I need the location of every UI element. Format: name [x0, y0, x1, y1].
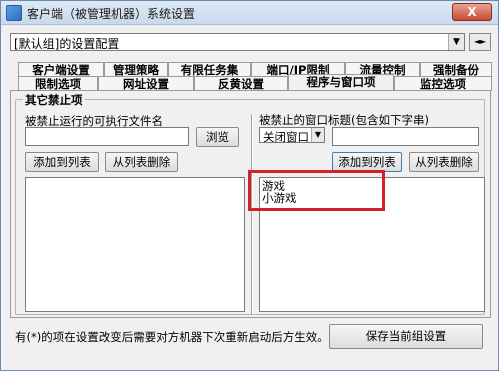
chevron-down-icon[interactable]: ▼: [448, 34, 464, 50]
tab-forced-backup[interactable]: 强制备份: [420, 62, 492, 77]
settings-window: 客户端（被管理机器）系统设置 X [默认组]的设置配置 ▼ ◄► 客户端设置 管…: [0, 0, 499, 371]
restart-note: 有(*)的项在设置改变后需要对方机器下次重新启动后方生效。: [15, 330, 329, 344]
tab-programs-windows[interactable]: 程序与窗口项: [288, 74, 394, 91]
window-remove-from-list-button[interactable]: 从列表删除: [409, 152, 479, 172]
tab-monitor-options[interactable]: 监控选项: [394, 76, 492, 91]
browse-button[interactable]: 浏览: [196, 127, 239, 147]
chevron-down-icon[interactable]: ▼: [311, 128, 324, 142]
tab-limited-tasks[interactable]: 有限任务集: [168, 62, 251, 77]
panel-divider: [251, 114, 253, 314]
forbidden-window-input[interactable]: [332, 127, 479, 146]
group-selector[interactable]: [默认组]的设置配置 ▼: [10, 33, 465, 51]
title-bar: 客户端（被管理机器）系统设置 X: [1, 1, 498, 25]
tab-restriction-options[interactable]: 限制选项: [18, 76, 98, 91]
window-action-select[interactable]: 关闭窗口 ▼: [259, 127, 325, 144]
exe-add-to-list-button[interactable]: 添加到列表: [25, 152, 99, 172]
tab-url-settings[interactable]: 网址设置: [98, 76, 194, 91]
spin-button[interactable]: ◄►: [469, 33, 491, 51]
save-group-settings-button[interactable]: 保存当前组设置: [329, 324, 483, 349]
window-add-to-list-button[interactable]: 添加到列表: [332, 152, 402, 172]
close-button[interactable]: X: [452, 3, 492, 21]
tab-management-policy[interactable]: 管理策略: [104, 62, 168, 77]
forbidden-exe-input[interactable]: [25, 127, 189, 146]
group-selector-value: [默认组]的设置配置: [14, 37, 120, 51]
tab-anti-porn-settings[interactable]: 反黄设置: [194, 76, 288, 91]
window-title: 客户端（被管理机器）系统设置: [27, 7, 196, 21]
annotation-highlight: [248, 170, 385, 211]
other-forbid-title: 其它禁止项: [23, 92, 85, 108]
app-icon: [6, 5, 22, 21]
tab-client-settings[interactable]: 客户端设置: [18, 62, 104, 77]
exe-remove-from-list-button[interactable]: 从列表删除: [105, 152, 178, 172]
forbidden-exe-list[interactable]: [25, 177, 245, 312]
forbidden-window-label: 被禁止的窗口标题(包含如下字串): [259, 113, 429, 127]
window-action-value: 关闭窗口: [263, 130, 309, 144]
